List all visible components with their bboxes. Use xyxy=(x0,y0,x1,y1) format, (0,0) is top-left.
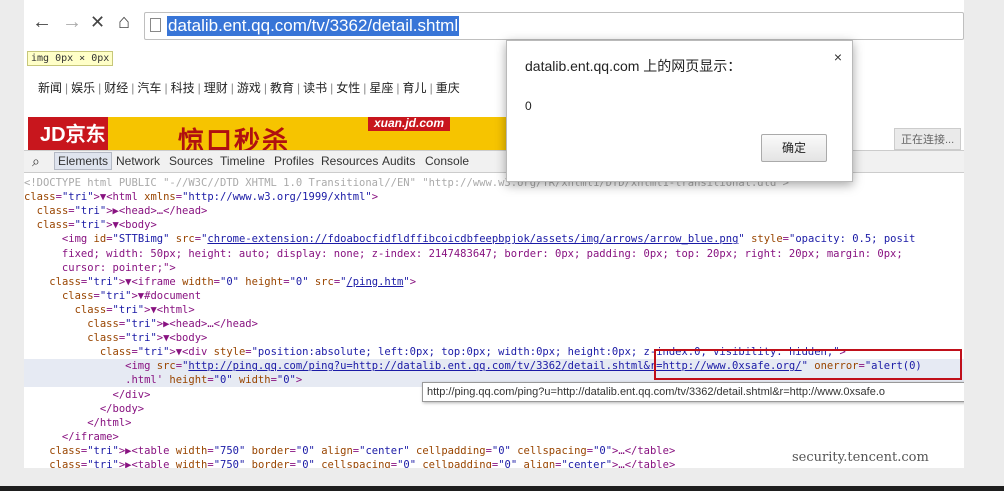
dialog-message: 0 xyxy=(525,99,532,113)
dialog-title: datalib.ent.qq.com 上的网页显示： xyxy=(525,58,742,74)
nav-separator: | xyxy=(230,81,234,95)
nav-separator: | xyxy=(363,81,367,95)
tab-console[interactable]: Console xyxy=(425,154,469,168)
link-hover-tooltip: http://ping.qq.com/ping?u=http://datalib… xyxy=(422,382,964,402)
back-icon[interactable]: ← xyxy=(32,10,52,34)
connection-status: 正在连接... xyxy=(894,128,962,150)
code-line[interactable]: class="tri">▼<body> xyxy=(24,331,207,345)
page-icon xyxy=(150,18,161,32)
ad-banner[interactable]: JD京东 惊口秒杀 xuan.jd.com xyxy=(28,117,508,153)
alert-dialog: datalib.ent.qq.com 上的网页显示： × 0 确定 xyxy=(506,40,853,182)
close-icon[interactable]: × xyxy=(834,49,842,65)
nav-link[interactable]: 科技 xyxy=(171,81,195,95)
code-line[interactable]: class="tri">▼<html> xyxy=(24,303,195,317)
highlight-box xyxy=(654,349,962,380)
tab-elements[interactable]: Elements xyxy=(54,152,113,170)
nav-separator: | xyxy=(429,81,433,95)
element-size-tooltip: img 0px × 0px xyxy=(27,51,114,66)
code-line[interactable]: class="tri">▼<html xmlns="http://www.w3.… xyxy=(24,190,378,204)
nav-link[interactable]: 游戏 xyxy=(237,81,261,95)
nav-link[interactable]: 娱乐 xyxy=(71,81,95,95)
stop-icon[interactable]: ✕ xyxy=(90,10,105,34)
address-bar[interactable]: datalib.ent.qq.com/tv/3362/detail.shtml xyxy=(144,12,964,40)
nav-separator: | xyxy=(263,81,267,95)
watermark: security.tencent.com xyxy=(792,450,929,465)
site-nav: 新闻 | 娱乐 | 财经 | 汽车 | 科技 | 理财 | 游戏 | 教育 | 读书 | 女性 | 星座 | 育儿 | 重庆 xyxy=(38,79,463,96)
tab-timeline[interactable]: Timeline xyxy=(220,154,265,168)
tab-resources[interactable]: Resources xyxy=(321,154,378,168)
nav-link[interactable]: 理财 xyxy=(204,81,228,95)
code-line[interactable]: fixed; width: 50px; height: auto; displa… xyxy=(24,247,903,261)
code-line[interactable]: cursor: pointer;"> xyxy=(24,261,176,275)
code-line[interactable]: class="tri">▶<table width="750" border="… xyxy=(24,458,675,468)
screenshot: ← → ✕ ⌂ datalib.ent.qq.com/tv/3362/detai… xyxy=(24,0,964,468)
code-line[interactable]: class="tri">▶<head>…</head> xyxy=(24,204,208,218)
forward-icon[interactable]: → xyxy=(62,10,82,34)
banner-tag: xuan.jd.com xyxy=(368,117,451,131)
code-line[interactable]: </body> xyxy=(24,402,144,416)
nav-link[interactable]: 新闻 xyxy=(38,81,62,95)
nav-link[interactable]: 女性 xyxy=(336,81,360,95)
nav-link[interactable]: 财经 xyxy=(104,81,128,95)
code-line[interactable]: </html> xyxy=(24,416,131,430)
banner-slogan: 惊口秒杀 xyxy=(178,126,291,153)
tab-profiles[interactable]: Profiles xyxy=(274,154,314,168)
nav-separator: | xyxy=(197,81,201,95)
code-line[interactable]: class="tri">▶<table width="750" border="… xyxy=(24,444,675,458)
nav-link[interactable]: 读书 xyxy=(303,81,327,95)
code-line[interactable]: class="tri">▼#document xyxy=(24,289,201,303)
nav-separator: | xyxy=(98,81,102,95)
code-line[interactable]: class="tri">▼<iframe width="0" height="0… xyxy=(24,275,416,289)
nav-link[interactable]: 汽车 xyxy=(137,81,161,95)
ok-button[interactable]: 确定 xyxy=(761,134,827,162)
home-icon[interactable]: ⌂ xyxy=(118,10,130,34)
url-text[interactable]: datalib.ent.qq.com/tv/3362/detail.shtml xyxy=(167,16,460,36)
nav-separator: | xyxy=(396,81,400,95)
code-line[interactable]: </iframe> xyxy=(24,430,119,444)
nav-separator: | xyxy=(297,81,301,95)
bottom-bar xyxy=(0,486,1004,491)
code-line[interactable]: </div> xyxy=(24,388,151,402)
code-line[interactable]: class="tri">▶<head>…</head> xyxy=(24,317,258,331)
jd-logo: JD京东 xyxy=(28,117,108,153)
nav-separator: | xyxy=(65,81,69,95)
code-line[interactable]: class="tri">▼<body> xyxy=(24,218,157,232)
nav-link[interactable]: 育儿 xyxy=(403,81,427,95)
search-icon[interactable]: ⌕ xyxy=(32,153,40,170)
nav-link[interactable]: 教育 xyxy=(270,81,294,95)
nav-separator: | xyxy=(330,81,334,95)
nav-separator: | xyxy=(164,81,168,95)
tab-sources[interactable]: Sources xyxy=(169,154,213,168)
nav-separator: | xyxy=(131,81,135,95)
nav-link[interactable]: 重庆 xyxy=(436,81,460,95)
tab-network[interactable]: Network xyxy=(116,154,160,168)
browser-toolbar: ← → ✕ ⌂ datalib.ent.qq.com/tv/3362/detai… xyxy=(24,6,964,40)
code-line[interactable]: <img id="STTBimg" src="chrome-extension:… xyxy=(24,232,916,246)
tab-audits[interactable]: Audits xyxy=(382,154,415,168)
nav-link[interactable]: 星座 xyxy=(369,81,393,95)
